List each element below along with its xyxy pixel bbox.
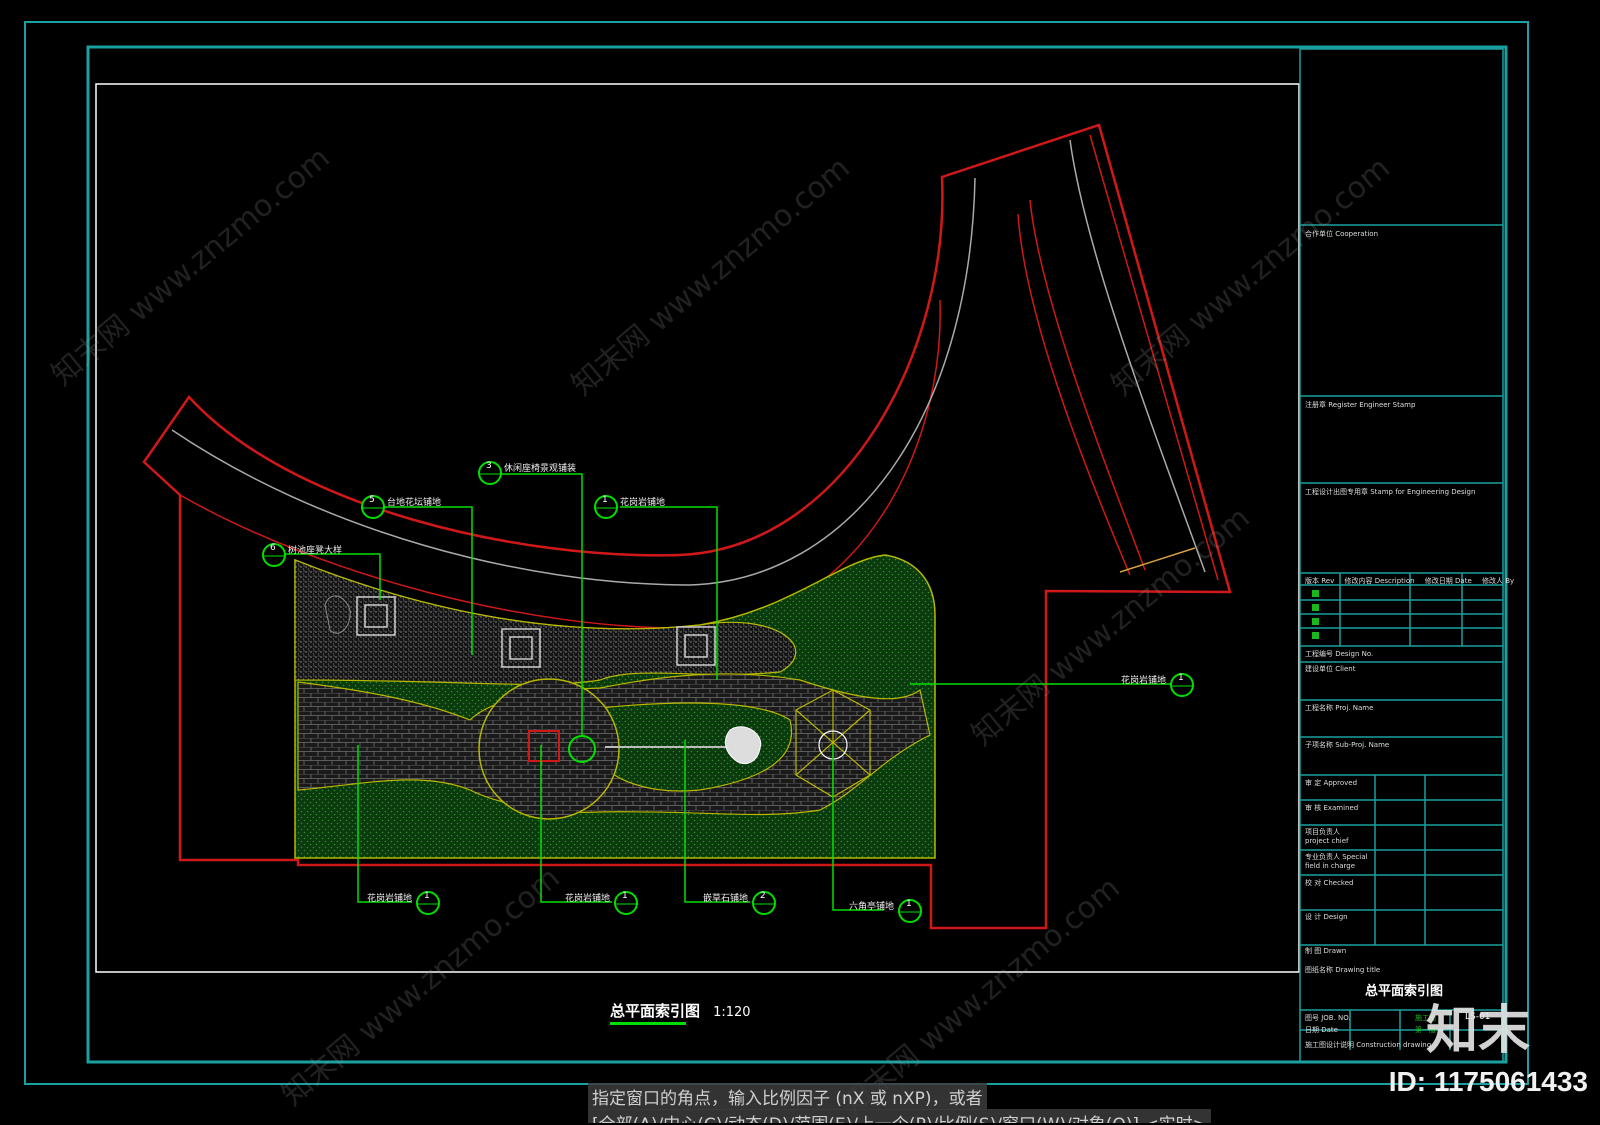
tb-specialty: 专业负责人 Special field in charge <box>1305 853 1368 870</box>
callout-5[interactable]: 5 台地花坛铺地 <box>361 495 441 523</box>
callout-1c[interactable]: 1 花岗岩铺地 <box>367 891 440 919</box>
drawing-scale: 1:120 <box>713 1005 751 1020</box>
tb-drawing-title-label: 图纸名称 Drawing title <box>1305 966 1381 974</box>
rev-col: 修改内容 Description <box>1344 577 1415 585</box>
callout-label: 嵌草石铺地 <box>702 894 748 904</box>
tb-project-chief: 项目负责人 project chief <box>1305 828 1349 845</box>
watermark-logo: 知末 <box>1425 1001 1530 1061</box>
tb-examined: 审 核 Examined <box>1305 804 1359 812</box>
callout-num: 6 <box>270 543 276 553</box>
command-prompt[interactable]: 指定窗口的角点，输入比例因子 (nX 或 nXP)，或者 <box>588 1083 987 1110</box>
callout-label: 树池座凳大样 <box>288 546 343 556</box>
callout-num: 1 <box>906 899 912 909</box>
tb-approved: 审 定 Approved <box>1305 779 1358 787</box>
callout-num: 1 <box>424 891 430 901</box>
watermark-id: ID: 1175061433 <box>1388 1066 1588 1097</box>
callout-num: 1 <box>1178 673 1184 683</box>
callout-label: 六角亭铺地 <box>848 902 894 912</box>
tb-design: 设 计 Design <box>1305 913 1348 921</box>
callout-label: 花岗岩铺地 <box>620 498 666 508</box>
drawing-title: 总平面索引图 1:120 <box>610 1000 751 1025</box>
callout-num: 1 <box>622 891 628 901</box>
callout-label: 休闲座椅景观铺装 <box>504 464 577 474</box>
tb-checked: 校 对 Checked <box>1305 879 1354 887</box>
callout-num: 2 <box>760 891 766 901</box>
drawing-title-text: 总平面索引图 <box>610 1002 701 1020</box>
rev-col: 版本 Rev <box>1305 577 1335 585</box>
callout-1d[interactable]: 1 花岗岩铺地 <box>565 891 638 919</box>
callout-1a[interactable]: 1 花岗岩铺地 <box>594 495 665 523</box>
outer-frame <box>24 21 1529 1085</box>
callout-6[interactable]: 6 树池座凳大样 <box>262 543 342 571</box>
callout-1b[interactable]: 1 花岗岩铺地 <box>1121 673 1194 701</box>
callout-label: 花岗岩铺地 <box>564 894 610 904</box>
rev-col: 修改日期 Date <box>1424 577 1472 585</box>
tb-eng-stamp: 工程设计出图专用章 Stamp for Engineering Design <box>1305 488 1476 496</box>
tb-drawn: 制 图 Drawn <box>1305 947 1347 955</box>
tb-date: 日期 Date <box>1305 1026 1338 1034</box>
tb-project-no: 工程编号 Design No. <box>1305 650 1374 658</box>
callout-1e[interactable]: 1 六角亭铺地 <box>849 899 922 927</box>
tb-rev-header: 版本 Rev 修改内容 Description 修改日期 Date 修改人 By <box>1305 576 1514 586</box>
callout-label: 花岗岩铺地 <box>366 894 412 904</box>
tb-register-stamp: 注册章 Register Engineer Stamp <box>1305 401 1416 409</box>
callout-2[interactable]: 2 嵌草石铺地 <box>703 891 776 919</box>
callout-num: 3 <box>486 461 492 471</box>
tb-job-no: 图号 JOB. NO. <box>1305 1014 1351 1022</box>
callout-label: 台地花坛铺地 <box>387 498 442 508</box>
rev-col: 修改人 By <box>1482 577 1515 585</box>
tb-client: 建设单位 Client <box>1305 665 1356 673</box>
callout-label: 花岗岩铺地 <box>1120 676 1166 686</box>
tb-sub-project: 子项名称 Sub-Proj. Name <box>1305 741 1390 749</box>
callout-num: 5 <box>369 495 375 505</box>
callout-num: 1 <box>602 495 608 505</box>
tb-project-name: 工程名称 Proj. Name <box>1305 704 1374 712</box>
callout-3[interactable]: 3 休闲座椅景观铺装 <box>478 461 576 489</box>
plaza-plan <box>294 554 936 859</box>
cad-viewport[interactable]: 5 台地花坛铺地 3 休闲座椅景观铺装 1 花岗岩铺地 6 树池座凳大样 1 花… <box>0 0 1600 1123</box>
title-underline <box>610 1022 686 1025</box>
tb-footer: 施工图设计说明 Construction drawing <box>1305 1041 1432 1049</box>
